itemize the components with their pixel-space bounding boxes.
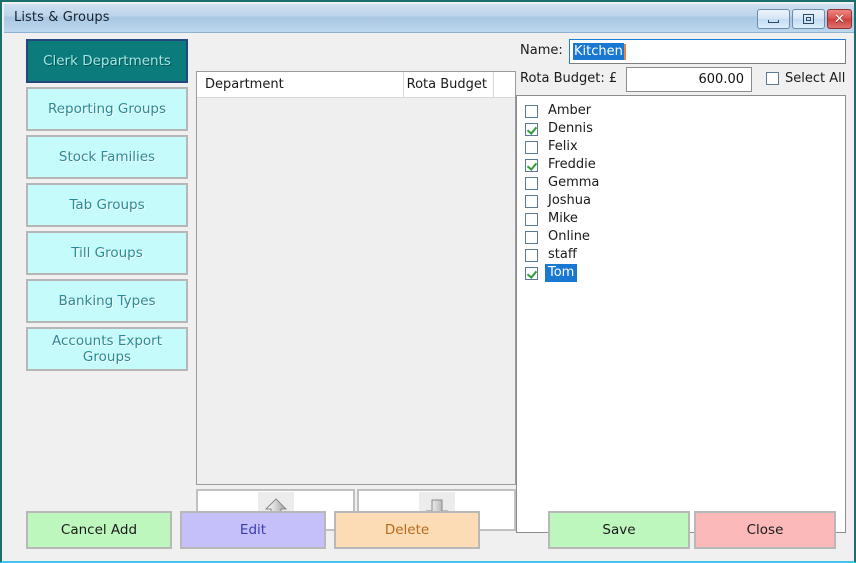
checkbox-icon[interactable] xyxy=(525,230,538,244)
sidebar-item-label: Reporting Groups xyxy=(47,101,167,117)
list-item-label: Gemma xyxy=(548,175,600,190)
checkbox-icon[interactable] xyxy=(525,248,538,262)
sidebar-item-till-groups[interactable]: Till Groups xyxy=(26,231,188,275)
close-button[interactable]: Close xyxy=(694,511,836,549)
window-title: Lists & Groups xyxy=(14,10,110,25)
checkbox-icon[interactable] xyxy=(525,122,538,136)
sidebar-item-label: Accounts Export Groups xyxy=(51,333,163,365)
select-all-label: Select All xyxy=(785,71,846,86)
maximize-button[interactable] xyxy=(792,9,825,29)
list-item-label: Dennis xyxy=(548,121,593,136)
title-bar: Lists & Groups ✕ xyxy=(4,4,854,33)
sidebar-item-label: Tab Groups xyxy=(69,197,145,213)
sidebar-item-label: Banking Types xyxy=(58,293,156,309)
name-input[interactable]: Kitchen xyxy=(569,39,846,64)
checkbox-icon[interactable] xyxy=(525,194,538,208)
list-item-label: Online xyxy=(548,229,590,244)
list-item[interactable]: Freddie xyxy=(525,156,845,174)
list-item[interactable]: Gemma xyxy=(525,174,845,192)
list-item[interactable]: Mike xyxy=(525,210,845,228)
text-caret xyxy=(623,43,626,60)
sidebar-item-label: Till Groups xyxy=(71,245,143,261)
minimize-button[interactable] xyxy=(757,9,790,29)
department-list-body[interactable] xyxy=(197,98,515,484)
budget-row: Rota Budget: £ 600.00 Select All xyxy=(516,67,846,93)
sidebar-item-label: Clerk Departments xyxy=(43,53,171,69)
checkbox-icon xyxy=(766,72,779,85)
list-item[interactable]: Online xyxy=(525,228,845,246)
checkbox-icon[interactable] xyxy=(525,158,538,172)
list-item-label: staff xyxy=(548,247,577,262)
list-item-label: Tom xyxy=(545,264,578,282)
name-row: Name: Kitchen xyxy=(516,39,846,65)
list-item-label: Amber xyxy=(548,103,592,118)
select-all-checkbox[interactable]: Select All xyxy=(766,71,845,86)
sidebar-item-reporting-groups[interactable]: Reporting Groups xyxy=(26,87,188,131)
lists-and-groups-window: Lists & Groups ✕ Clerk Departments Repor… xyxy=(0,0,856,563)
checkbox-icon[interactable] xyxy=(525,176,538,190)
checkbox-icon[interactable] xyxy=(525,140,538,154)
cancel-add-button[interactable]: Cancel Add xyxy=(26,511,172,549)
sidebar-item-tab-groups[interactable]: Tab Groups xyxy=(26,183,188,227)
list-item[interactable]: Joshua xyxy=(525,192,845,210)
checkbox-icon[interactable] xyxy=(525,212,538,226)
department-list-panel: Department Rota Budget xyxy=(196,71,516,485)
list-item[interactable]: Tom xyxy=(525,264,845,282)
list-item[interactable]: Felix xyxy=(525,138,845,156)
list-item-label: Freddie xyxy=(548,157,596,172)
sidebar-item-clerk-departments[interactable]: Clerk Departments xyxy=(26,39,188,83)
rota-budget-label: Rota Budget: £ xyxy=(520,71,618,86)
maximize-icon xyxy=(793,10,824,28)
edit-button[interactable]: Edit xyxy=(180,511,326,549)
save-button[interactable]: Save xyxy=(548,511,690,549)
close-window-button[interactable]: ✕ xyxy=(827,9,852,29)
close-icon: ✕ xyxy=(834,11,845,27)
column-header-department[interactable]: Department xyxy=(197,72,404,97)
client-area: Clerk Departments Reporting Groups Stock… xyxy=(4,33,854,561)
list-item[interactable]: Amber xyxy=(525,102,845,120)
rota-budget-input[interactable]: 600.00 xyxy=(626,67,752,92)
column-header-spacer xyxy=(494,72,515,97)
sidebar-item-banking-types[interactable]: Banking Types xyxy=(26,279,188,323)
list-item-label: Joshua xyxy=(548,193,592,208)
delete-button[interactable]: Delete xyxy=(334,511,480,549)
name-label: Name: xyxy=(520,43,563,58)
column-header-rota-budget[interactable]: Rota Budget xyxy=(404,72,494,97)
sidebar-item-label: Stock Families xyxy=(58,149,156,165)
department-list-header: Department Rota Budget xyxy=(197,72,515,98)
list-item-label: Mike xyxy=(548,211,578,226)
checkbox-icon[interactable] xyxy=(525,266,538,280)
checkbox-icon[interactable] xyxy=(525,104,538,118)
sidebar: Clerk Departments Reporting Groups Stock… xyxy=(26,39,188,375)
list-item[interactable]: Dennis xyxy=(525,120,845,138)
list-item[interactable]: staff xyxy=(525,246,845,264)
name-input-value: Kitchen xyxy=(573,43,624,60)
details-panel: Name: Kitchen Rota Budget: £ 600.00 Sele… xyxy=(516,37,846,533)
minimize-icon xyxy=(758,10,789,28)
member-checkbox-list[interactable]: Amber Dennis Felix Freddie Gemma Joshua … xyxy=(516,95,846,533)
sidebar-item-stock-families[interactable]: Stock Families xyxy=(26,135,188,179)
sidebar-item-accounts-export-groups[interactable]: Accounts Export Groups xyxy=(26,327,188,371)
list-item-label: Felix xyxy=(548,139,578,154)
